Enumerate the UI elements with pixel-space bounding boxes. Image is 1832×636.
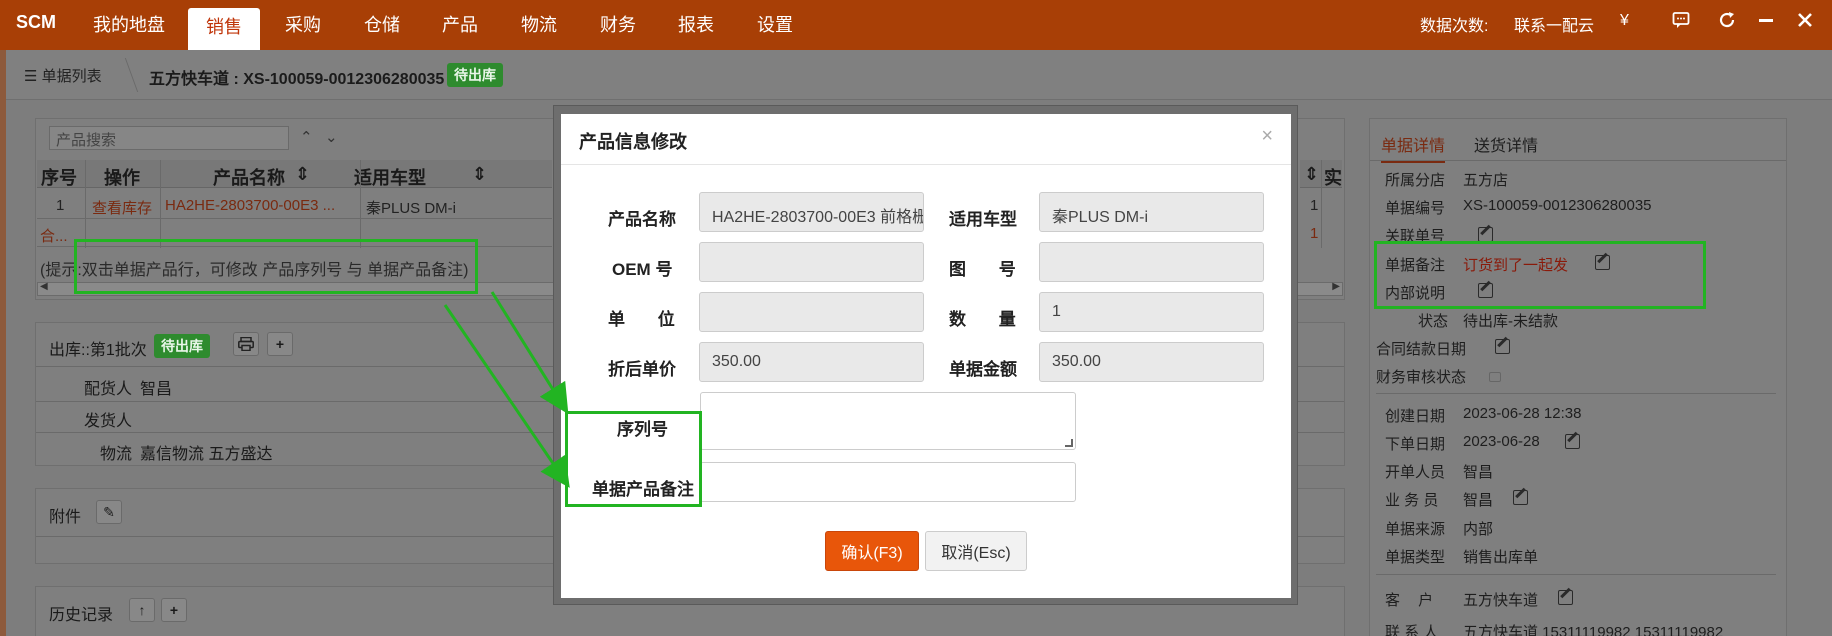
annotation-arrows bbox=[443, 291, 570, 488]
arrow-to-remark bbox=[443, 304, 570, 488]
